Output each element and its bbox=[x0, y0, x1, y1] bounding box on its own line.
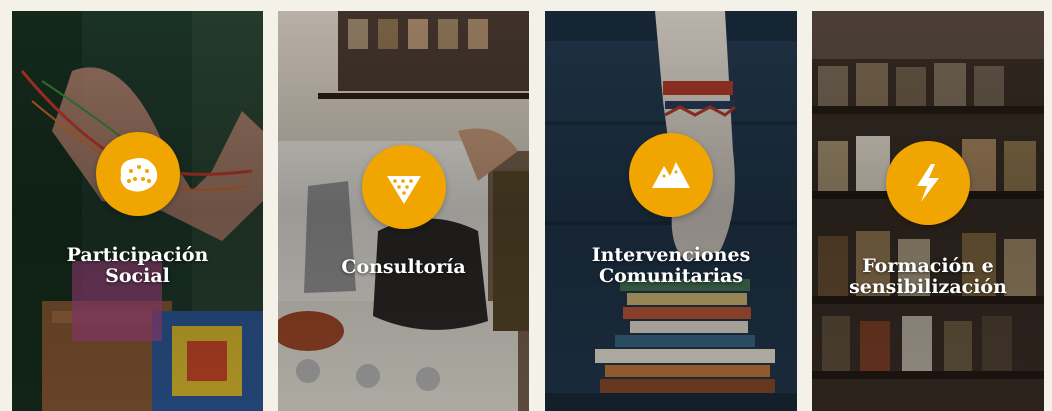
service-title: Formación e sensibilización bbox=[812, 256, 1044, 298]
service-badge bbox=[886, 141, 970, 225]
service-badge bbox=[629, 133, 713, 217]
service-title-line1: Formación e bbox=[862, 255, 994, 277]
dotted-blob-icon bbox=[120, 158, 157, 192]
service-card-formacion-sensibilizacion[interactable]: Formación e sensibilización bbox=[812, 11, 1044, 411]
service-title-line1: Intervenciones bbox=[591, 244, 751, 266]
dotted-triangle-icon bbox=[386, 176, 421, 204]
mountain-icon bbox=[652, 162, 690, 188]
service-badge bbox=[361, 145, 446, 229]
service-card-participacion-social[interactable]: Participación Social bbox=[12, 11, 263, 411]
service-title-line1: Consultoría bbox=[341, 256, 466, 278]
lightning-icon bbox=[917, 164, 939, 202]
service-title: Participación Social bbox=[12, 245, 263, 287]
service-title: Consultoría bbox=[278, 257, 529, 278]
services-grid: Participación Social Consultoría Interve… bbox=[12, 11, 1044, 411]
service-title-line1: Participación bbox=[66, 244, 209, 266]
service-badge bbox=[95, 132, 180, 216]
service-card-intervenciones-comunitarias[interactable]: Intervenciones Comunitarias bbox=[545, 11, 797, 411]
service-title-line2: sensibilización bbox=[849, 276, 1007, 298]
service-title: Intervenciones Comunitarias bbox=[545, 245, 797, 287]
service-title-line2: Social bbox=[105, 265, 170, 287]
service-title-line2: Comunitarias bbox=[598, 265, 744, 287]
service-card-consultoria[interactable]: Consultoría bbox=[278, 11, 529, 411]
